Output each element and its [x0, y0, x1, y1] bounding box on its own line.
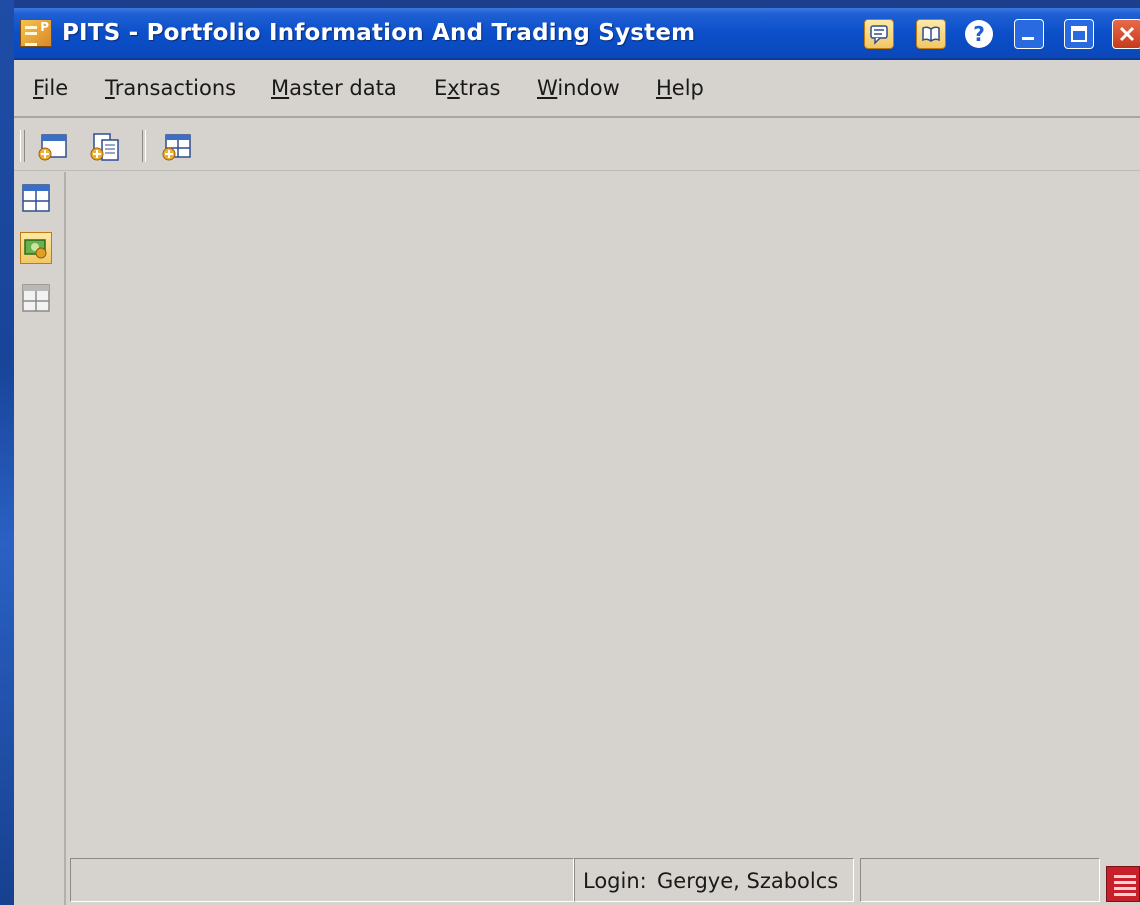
- menu-window[interactable]: Window: [537, 76, 620, 100]
- grid-view-button[interactable]: [20, 182, 52, 214]
- help-button[interactable]: ?: [964, 19, 994, 49]
- status-panel-login: Login: Gergye, Szabolcs: [574, 858, 854, 902]
- message-icon: [870, 25, 888, 45]
- login-user: Gergye, Szabolcs: [657, 869, 839, 893]
- help-icon: ?: [965, 20, 993, 48]
- minimize-button[interactable]: [1014, 19, 1044, 49]
- copy-document-button[interactable]: [88, 132, 122, 162]
- menu-help[interactable]: Help: [656, 76, 704, 100]
- toolbar: [14, 120, 1140, 171]
- desktop-background: [0, 0, 14, 905]
- status-panel-extra: [860, 858, 1100, 902]
- new-window-icon: [38, 134, 67, 161]
- toolbar-separator: [142, 130, 146, 162]
- close-button[interactable]: [1112, 19, 1140, 49]
- grid-inactive-button[interactable]: [20, 282, 52, 314]
- message-button[interactable]: [864, 19, 894, 49]
- left-sidebar: [14, 172, 66, 905]
- grid-inactive-icon: [22, 284, 50, 312]
- app-window: P PITS - Portfolio Information And Tradi…: [14, 8, 1140, 905]
- new-grid-button[interactable]: [160, 132, 194, 162]
- copy-document-icon: [90, 133, 119, 161]
- main-workspace: [66, 172, 1140, 852]
- app-logo-icon[interactable]: P: [20, 19, 52, 47]
- menu-extras[interactable]: Extras: [434, 76, 500, 100]
- new-grid-icon: [162, 134, 191, 161]
- toolbar-grip[interactable]: [20, 130, 25, 162]
- status-bar: Login: Gergye, Szabolcs: [70, 858, 1140, 905]
- money-button[interactable]: [20, 232, 52, 264]
- menu-master-data[interactable]: Master data: [271, 76, 397, 100]
- maximize-icon: [1071, 26, 1087, 42]
- login-label: Login:: [583, 869, 647, 893]
- money-icon: [24, 239, 47, 259]
- status-panel-main: [70, 858, 574, 902]
- title-bar[interactable]: P PITS - Portfolio Information And Tradi…: [14, 8, 1140, 60]
- book-icon: [922, 26, 940, 42]
- grid-view-icon: [22, 184, 50, 212]
- minimize-icon: [1022, 37, 1034, 40]
- status-list-icon[interactable]: [1106, 866, 1140, 902]
- book-button[interactable]: [916, 19, 946, 49]
- window-title: PITS - Portfolio Information And Trading…: [62, 20, 696, 46]
- close-icon: [1119, 26, 1135, 42]
- new-window-button[interactable]: [36, 132, 70, 162]
- menu-transactions[interactable]: Transactions: [105, 76, 236, 100]
- menu-file[interactable]: File: [33, 76, 68, 100]
- maximize-button[interactable]: [1064, 19, 1094, 49]
- menu-bar: File Transactions Master data Extras Win…: [14, 60, 1140, 118]
